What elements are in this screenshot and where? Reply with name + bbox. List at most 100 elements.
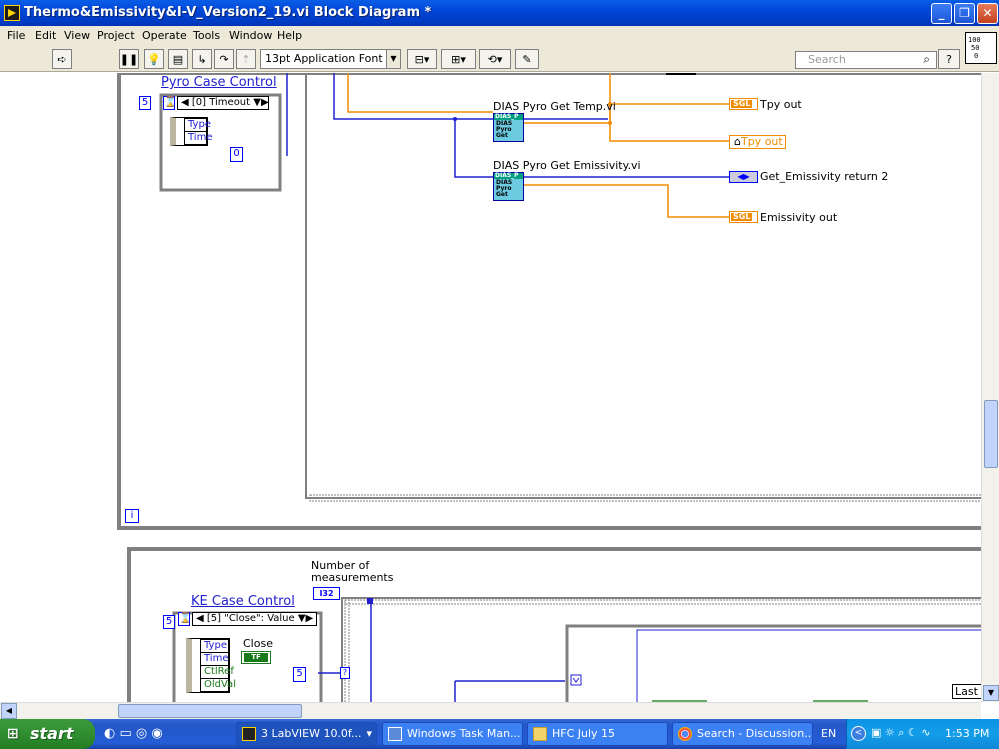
font-select[interactable]: 13pt Application Font ▼ [260,49,401,69]
task-chrome-label: Search - Discussion... [697,727,813,740]
pause-icon[interactable]: ❚❚ [119,49,139,69]
labview-icon[interactable] [4,5,20,21]
case-structure-frame [305,73,981,499]
highlight-execution-icon[interactable]: 💡 [144,49,164,69]
case-selector-terminal[interactable]: ? [340,667,350,679]
pyro-event-data-node[interactable]: Type Time [170,117,212,146]
tpy-out-local-variable[interactable]: ⌂Tpy out [729,135,786,149]
menu-edit[interactable]: Edit [35,29,56,42]
distribute-objects-icon[interactable]: ⊞▾ [441,49,476,69]
tray-icons[interactable]: ▣ ☼ ⌕ ☾ ∿ [871,726,930,740]
restore-button[interactable]: ❐ [954,3,975,24]
language-indicator[interactable]: EN [821,727,836,740]
ke-event-selector[interactable]: ◀ [5] "Close": Value ▼▶ [192,612,317,626]
pyro-timeout-const[interactable]: 5 [139,96,151,110]
quick-launch-icons[interactable]: ◐ ▭ ◎ ◉ [104,726,163,741]
dias-temp-label: DIAS Pyro Get Temp.vi [493,100,616,113]
hourglass-icon: ⌛ [178,612,192,626]
block-diagram[interactable]: Pyro Case Control 5 ⌛ ◀ [0] Timeout ▼▶ T… [0,73,981,702]
event-field-oldval: OldVal [200,679,236,692]
task-labview[interactable]: 3 LabVIEW 10.0f... ▾ [236,722,377,746]
wire-junction-orange-2 [608,121,612,125]
show-hidden-icons-icon[interactable]: < [851,726,866,741]
emissivity-out-indicator[interactable]: SGL [729,211,758,223]
tpy-out-local-label: Tpy out [740,135,783,148]
ke-five-constant[interactable]: 5 [293,667,306,682]
tpy-out-indicator[interactable]: SGL [729,98,758,110]
vertical-scroll-thumb[interactable] [984,400,998,468]
dias-emissivity-label: DIAS Pyro Get Emissivity.vi [493,159,641,172]
number-of-measurements-control[interactable]: I32 [313,587,340,600]
event-field-time: Time [200,653,229,666]
menu-operate[interactable]: Operate [142,29,187,42]
ke-event-selector-text: [5] "Close": Value [206,613,295,624]
font-select-value: 13pt Application Font [265,52,383,65]
run-arrow-icon[interactable]: ➪ [52,49,72,69]
get-emissivity-return-label: Get_Emissivity return 2 [760,170,889,183]
pyro-event-selector-text: [0] Timeout [191,97,251,108]
chevron-down-icon: ▾ [366,727,372,740]
chevron-down-icon: ▼ [386,50,400,68]
subvi-line: Get [496,132,508,139]
last-value-label[interactable]: Last [952,684,981,699]
windows-logo-icon: ⊞ [7,726,19,742]
menu-project[interactable]: Project [97,29,135,42]
menu-tools[interactable]: Tools [193,29,220,42]
dias-pyro-get-temp-subvi[interactable]: DIAS_P DIAS Pyro Get [493,113,524,142]
window-title: Thermo&Emissivity&I-V_Version2_19.vi Blo… [24,5,432,20]
reorder-icon[interactable]: ⟲▾ [479,49,511,69]
align-objects-icon[interactable]: ⊟▾ [407,49,437,69]
taskbar: ⊞ start ◐ ▭ ◎ ◉ 3 LabVIEW 10.0f... ▾ Win… [0,719,999,749]
task-manager-icon [388,727,402,741]
tpy-out-label: Tpy out [760,98,802,111]
ke-timeout-const[interactable]: 5 [163,615,175,629]
pyro-event-selector[interactable]: ◀ [0] Timeout ▼▶ [177,96,269,110]
event-field-ctlref: CtlRef [200,666,234,679]
menu-window[interactable]: Window [229,29,272,42]
iteration-terminal[interactable]: i [125,509,139,523]
task-hfc-folder[interactable]: HFC July 15 [527,722,668,746]
task-chrome-search[interactable]: Search - Discussion... [672,722,813,746]
horizontal-scroll-thumb[interactable] [118,704,302,718]
dias-pyro-get-emissivity-subvi[interactable]: DIAS_P DIAS Pyro Get [493,172,524,201]
zero-constant[interactable]: 0 [230,147,243,162]
step-out-icon[interactable]: ⇡ [236,49,256,69]
ke-event-data-node[interactable]: Type Time CtlRef OldVal [186,638,236,693]
clean-up-diagram-icon[interactable]: ✎ [515,49,539,69]
search-icon[interactable]: ⌕ [923,51,930,67]
step-into-icon[interactable]: ↳ [192,49,212,69]
tunnel-blue [367,598,373,604]
task-hfc-label: HFC July 15 [552,727,616,740]
search-input[interactable]: Search ⌕ [795,51,937,69]
while-loop-frame [117,73,981,530]
close-button[interactable]: ✕ [977,3,998,24]
retain-wire-values-icon[interactable]: ▤ [168,49,188,69]
vi-icon[interactable]: 100 50 0 [965,32,997,64]
vertical-scrollbar[interactable]: ▼ [981,73,999,702]
event-field-time: Time [184,132,212,145]
menu-file[interactable]: File [7,29,25,42]
inner-cluster-frame [636,629,981,702]
horizontal-scrollbar[interactable]: ◀ [0,702,981,719]
for-loop-frame [341,597,981,702]
task-task-manager[interactable]: Windows Task Man... [382,722,523,746]
start-button[interactable]: ⊞ start [0,719,95,749]
title-bar: Thermo&Emissivity&I-V_Version2_19.vi Blo… [0,0,999,26]
wire-junction-blue [453,117,457,121]
vi-icon-line-2: 50 [971,44,980,52]
get-emissivity-indicator[interactable]: ◀▶ [729,171,758,183]
for-loop-left-border [344,599,350,702]
wire-blue-3 [454,119,493,178]
scroll-left-arrow-icon[interactable]: ◀ [1,703,17,719]
step-over-icon[interactable]: ↷ [214,49,234,69]
scroll-down-arrow-icon[interactable]: ▼ [983,685,999,701]
pyro-case-control-label: Pyro Case Control [161,75,277,90]
menu-help[interactable]: Help [277,29,302,42]
help-button[interactable]: ? [938,49,960,69]
shift-register-icon [570,674,582,686]
vi-icon-line-1: 100 [968,36,981,44]
clock[interactable]: 1:53 PM [945,727,989,740]
menu-view[interactable]: View [64,29,90,42]
close-boolean-control[interactable]: TF [241,651,271,664]
minimize-button[interactable]: _ [931,3,952,24]
